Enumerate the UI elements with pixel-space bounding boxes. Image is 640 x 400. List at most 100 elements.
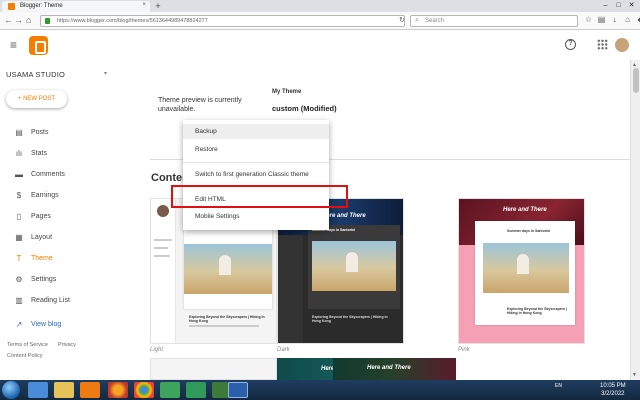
- menu-item-switch-classic[interactable]: Switch to first generation Classic theme: [183, 167, 329, 182]
- card-line: [154, 255, 170, 257]
- url-text: https://www.blogger.com/blog/themes/5613…: [57, 18, 208, 24]
- stats-icon: ılı: [15, 149, 23, 158]
- explorer-taskbar-icon[interactable]: [54, 382, 74, 398]
- scroll-down-icon[interactable]: ▼: [632, 372, 637, 378]
- reading-list-icon[interactable]: ▤: [597, 15, 606, 25]
- theme-label-light: Light: [150, 347, 164, 353]
- chrome-taskbar-icon[interactable]: [134, 382, 154, 398]
- tab-title: Blogger: Theme: [20, 3, 63, 9]
- sidebar-item-layout[interactable]: ▦ Layout: [0, 229, 122, 247]
- card-line: [189, 325, 259, 327]
- footer-links: Terms of Service Privacy Content Policy: [7, 340, 86, 362]
- menu-divider: [183, 162, 329, 163]
- sidebar-item-stats[interactable]: ılı Stats: [0, 145, 122, 163]
- menu-item-restore[interactable]: Restore: [183, 142, 329, 157]
- new-tab-button[interactable]: +: [153, 2, 163, 11]
- reload-button[interactable]: ↻: [399, 15, 405, 26]
- minimize-button[interactable]: –: [599, 0, 612, 11]
- chevron-down-icon[interactable]: ▾: [104, 70, 107, 77]
- blogger-logo[interactable]: [29, 36, 48, 55]
- theme-card-row2-4[interactable]: Here and There: [333, 358, 456, 380]
- card-blog-title: Here and There: [503, 207, 547, 213]
- card-hero-image: [312, 241, 396, 291]
- tray-language[interactable]: EN: [555, 383, 562, 389]
- theme-card-row2-1[interactable]: [150, 358, 277, 380]
- sidebar-item-reading-list[interactable]: ▥ Reading List: [0, 292, 122, 310]
- view-blog-link[interactable]: ↗ View blog: [0, 316, 122, 334]
- whatsapp-taskbar-icon[interactable]: [160, 382, 180, 398]
- browser-toolbar-icons: ☆ ▤ ↓ ⌂ ◆ ≡: [584, 15, 640, 25]
- scroll-thumb[interactable]: [633, 68, 639, 93]
- search-placeholder: Search: [425, 18, 445, 24]
- menu-item-mobile-settings[interactable]: Mobile Settings: [183, 209, 329, 224]
- vlc-taskbar-icon[interactable]: [80, 382, 100, 398]
- card-sidebar: [151, 199, 176, 343]
- pages-icon: ▯: [16, 212, 22, 221]
- browser-tab[interactable]: Blogger: Theme ×: [2, 1, 150, 12]
- blogger-favicon-icon: [8, 3, 15, 10]
- sidebar-item-label: Reading List: [31, 297, 70, 304]
- page-scrollbar[interactable]: ▲ ▼: [630, 60, 640, 380]
- menu-item-backup[interactable]: Backup: [183, 124, 329, 139]
- maximize-button[interactable]: □: [612, 0, 625, 11]
- gear-icon: ⚙: [15, 275, 23, 284]
- sidebar-item-pages[interactable]: ▯ Pages: [0, 208, 122, 226]
- star-icon[interactable]: ☆: [584, 15, 593, 25]
- browser-nav-bar: ← → ⌂ https://www.blogger.com/blog/theme…: [0, 12, 640, 30]
- sidebar-item-label: Earnings: [31, 192, 59, 199]
- comments-icon: ▬: [15, 170, 23, 179]
- download-icon[interactable]: ↓: [610, 15, 619, 25]
- home-button[interactable]: ⌂: [26, 15, 31, 26]
- sidebar-item-posts[interactable]: ▤ Posts: [0, 124, 122, 142]
- firefox-taskbar-icon[interactable]: [108, 382, 128, 398]
- clock-date: 3/2/2022: [601, 391, 625, 397]
- theme-icon: T: [16, 254, 22, 263]
- new-post-button[interactable]: + NEW POST: [6, 90, 67, 108]
- layout-icon: ▦: [15, 233, 23, 242]
- edit-html-highlight-box: [171, 185, 348, 208]
- apps-grid-icon[interactable]: [597, 39, 608, 50]
- hamburger-menu-icon[interactable]: ≡: [10, 39, 17, 51]
- content-policy-link[interactable]: Content Policy: [7, 353, 42, 359]
- home-icon[interactable]: ⌂: [623, 15, 632, 25]
- tab-close-icon[interactable]: ×: [142, 2, 146, 8]
- extension-icon[interactable]: ◆: [636, 15, 640, 25]
- card-sidebar: [278, 235, 303, 343]
- taskbar-clock[interactable]: 10:05 PM 3/2/2022: [600, 382, 626, 398]
- posts-icon: ▤: [15, 128, 23, 137]
- sidebar-item-theme[interactable]: T Theme: [0, 250, 122, 268]
- forward-button[interactable]: →: [14, 15, 23, 26]
- back-button[interactable]: ←: [4, 15, 13, 26]
- blogger-header: ≡ ?: [0, 30, 630, 60]
- theme-label-pink: Pink: [458, 347, 470, 353]
- start-button[interactable]: [2, 381, 20, 399]
- reading-list-icon: ▥: [15, 296, 23, 305]
- card-post-title: Summer days in Santorini: [507, 229, 551, 233]
- help-icon[interactable]: ?: [565, 39, 576, 50]
- sidebar-item-earnings[interactable]: $ Earnings: [0, 187, 122, 205]
- terms-link[interactable]: Terms of Service: [7, 342, 48, 348]
- card-blog-title: Here and There: [367, 365, 411, 371]
- word-taskbar-icon[interactable]: [228, 382, 248, 398]
- sidebar-item-settings[interactable]: ⚙ Settings: [0, 271, 122, 289]
- url-bar[interactable]: https://www.blogger.com/blog/themes/5613…: [40, 15, 405, 27]
- privacy-link[interactable]: Privacy: [58, 342, 76, 348]
- sidebar: USAMA STUDIO ▾ + NEW POST ▤ Posts ılı Stat…: [0, 60, 122, 380]
- external-link-icon: ↗: [15, 320, 23, 329]
- my-theme-name: custom (Modified): [272, 104, 337, 113]
- avatar[interactable]: [615, 38, 629, 52]
- preview-unavailable-message: Theme preview is currently unavailable.: [158, 97, 242, 113]
- earnings-icon: $: [16, 191, 22, 200]
- search-input[interactable]: ⌕ Search: [410, 15, 578, 27]
- view-blog-label: View blog: [31, 321, 62, 328]
- sidebar-item-label: Settings: [31, 276, 57, 283]
- ie-taskbar-icon[interactable]: [28, 382, 48, 398]
- theme-actions-menu: Backup Restore Switch to first generatio…: [183, 120, 329, 230]
- app-taskbar-icon[interactable]: [186, 382, 206, 398]
- theme-card-pink[interactable]: Here and There Summer days in Santorini …: [458, 198, 585, 344]
- close-window-button[interactable]: ✕: [625, 0, 638, 11]
- card-post-title-2: Exploring Beyond the Skyscrapers | Hikin…: [507, 307, 567, 315]
- card-hero-image: [184, 244, 272, 294]
- sidebar-item-comments[interactable]: ▬ Comments: [0, 166, 122, 184]
- blog-name[interactable]: USAMA STUDIO: [6, 70, 65, 79]
